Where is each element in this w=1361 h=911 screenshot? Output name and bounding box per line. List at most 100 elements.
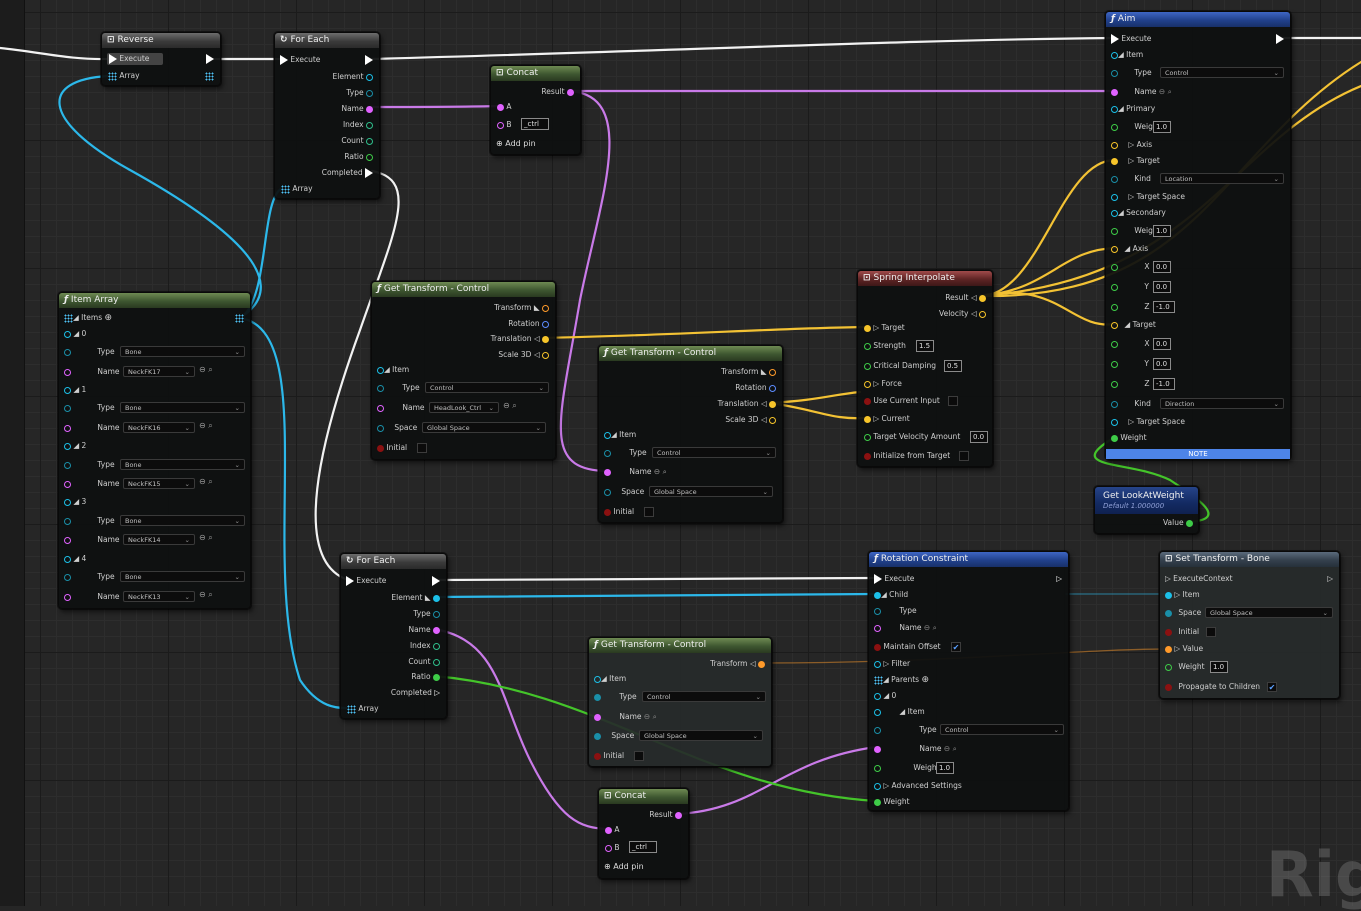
node-set-transform-bone[interactable]: ⊡ Set Transform - Bone ▷ ExecuteContext ▷… [1159, 551, 1340, 699]
space-pin[interactable] [377, 424, 384, 432]
scale-row[interactable]: Scale 3D ◁ [725, 414, 776, 426]
node-get-transform-control-c[interactable]: ƒ Get Transform - Control Transform ◁ ◢ I… [588, 637, 772, 767]
exec-out-pin[interactable] [206, 54, 214, 64]
type-pin[interactable] [64, 573, 71, 581]
type-pin[interactable] [874, 726, 881, 734]
item-name-row[interactable]: Name [64, 478, 120, 490]
reset-search-icons[interactable]: ⊖ ⌕ [199, 421, 213, 431]
node-header[interactable]: ⊡ Spring Interpolate [858, 271, 992, 286]
node-get-transform-control-b[interactable]: ƒ Get Transform - Control Transform ◣ Rot… [598, 345, 783, 523]
name-row[interactable]: Name ⊖ ⌕ [604, 466, 667, 478]
name-dropdown[interactable]: NeckFK13 ⌄ [123, 591, 195, 602]
item-header-1[interactable]: ◢ 1 [64, 384, 86, 396]
initial-pin[interactable] [1165, 628, 1172, 636]
space-row[interactable]: Space [1165, 607, 1201, 619]
space-pin[interactable] [1165, 609, 1172, 617]
use-current-pin[interactable] [864, 397, 871, 405]
primary-kind-row[interactable]: Kind [1111, 173, 1151, 185]
exec-out-row[interactable] [206, 53, 214, 65]
rotation-row[interactable]: Rotation [735, 382, 776, 394]
propagate-row[interactable]: Propagate to Children [1165, 681, 1260, 693]
secondary-kind-row[interactable]: Kind [1111, 398, 1151, 410]
ratio-row[interactable]: Ratio [344, 151, 373, 163]
secondary-row[interactable]: ◢ Secondary [1111, 207, 1166, 219]
parents-array-pin[interactable] [874, 675, 883, 685]
node-spring-interpolate[interactable]: ⊡ Spring Interpolate Result ◁ Velocity ◁ … [857, 270, 993, 467]
count-row[interactable]: Count [408, 656, 440, 668]
z-pin[interactable] [1111, 303, 1118, 311]
name-pin[interactable] [366, 105, 373, 113]
weight-pin[interactable] [1111, 434, 1118, 442]
item-pin[interactable] [64, 442, 71, 450]
initial-row[interactable]: Initial [377, 442, 407, 454]
execute-row[interactable]: Execute [874, 573, 914, 585]
transform-row[interactable]: Transform ◁ [710, 658, 765, 670]
target-z-row[interactable]: Z [1111, 378, 1150, 390]
node-header[interactable]: ƒ Get Transform - Control [589, 638, 771, 653]
type-dropdown[interactable]: Bone ⌄ [120, 346, 245, 357]
item-row[interactable]: ◢ Item [1111, 49, 1143, 61]
item-name-row[interactable]: Name [64, 422, 120, 434]
name-pin[interactable] [64, 593, 71, 601]
b-pin[interactable] [605, 844, 612, 852]
primary-target-row[interactable]: ▷ Target [1111, 155, 1160, 167]
name-dropdown[interactable]: NeckFK15 ⌄ [123, 478, 195, 489]
exec-out-pin[interactable]: ▷ [1056, 573, 1062, 585]
index-pin[interactable] [433, 642, 440, 650]
add-pin-button[interactable]: ⊕ Add pin [496, 139, 536, 148]
type-row[interactable]: Type [1111, 67, 1152, 79]
type-pin[interactable] [433, 610, 440, 618]
x-pin[interactable] [1111, 263, 1118, 271]
space-dropdown[interactable]: Global Space ⌄ [649, 486, 773, 497]
item-pin[interactable] [64, 498, 71, 506]
b-value-field[interactable]: _ctrl [629, 841, 657, 853]
parent-item-row[interactable]: ◢ Item [874, 706, 925, 718]
node-header[interactable]: ⊡ Concat [491, 66, 580, 81]
child-row[interactable]: ◢ Child [874, 589, 908, 601]
tva-field[interactable]: 0.0 [970, 431, 988, 443]
item-row[interactable]: ▷ Item [1165, 589, 1200, 601]
items-row[interactable]: ◢ Items ⊕ [64, 312, 112, 324]
init-checkbox[interactable] [959, 451, 969, 461]
weight-pin[interactable] [874, 764, 881, 772]
use-current-checkbox[interactable] [948, 396, 958, 406]
element-pin[interactable] [433, 594, 440, 602]
type-pin[interactable] [64, 517, 71, 525]
ratio-pin[interactable] [366, 153, 373, 161]
node-reverse[interactable]: ⊡ Reverse Execute Array [101, 32, 221, 86]
velocity-row[interactable]: Velocity ◁ [939, 308, 986, 320]
array-pin[interactable] [281, 184, 290, 194]
node-header[interactable]: ƒ Item Array [59, 293, 250, 308]
type-dropdown[interactable]: Control ⌄ [1160, 67, 1284, 78]
transform-pin[interactable] [758, 660, 765, 668]
a-pin[interactable] [605, 826, 612, 834]
name-pin[interactable] [874, 745, 881, 753]
initial-checkbox[interactable] [417, 443, 427, 453]
initial-row[interactable]: Initial [1165, 626, 1199, 638]
name-pin[interactable] [594, 713, 601, 721]
axis-x-field[interactable]: 0.0 [1153, 261, 1171, 273]
init-row[interactable]: Initialize from Target [864, 450, 950, 462]
item-header-4[interactable]: ◢ 4 [64, 553, 86, 565]
advanced-pin[interactable] [874, 782, 881, 790]
child-pin[interactable] [874, 591, 881, 599]
target-x-row[interactable]: X [1111, 338, 1150, 350]
result-pin[interactable] [675, 811, 682, 819]
advanced-row[interactable]: ▷ Advanced Settings [874, 780, 962, 792]
type-pin[interactable] [874, 607, 881, 615]
a-pin[interactable] [497, 103, 504, 111]
translation-row[interactable]: Translation ◁ [491, 333, 549, 345]
item-pin[interactable] [604, 431, 611, 439]
reset-search-icons[interactable]: ⊖ ⌕ [644, 712, 657, 721]
node-item-array[interactable]: ƒ Item Array ◢ Items ⊕ ◢ 0 Type Bone ⌄ Nam… [58, 292, 251, 609]
exec-out-pin[interactable] [365, 55, 373, 65]
item-pin[interactable] [377, 366, 384, 374]
type-dropdown[interactable]: Control ⌄ [652, 447, 776, 458]
target-space-pin[interactable] [1111, 193, 1118, 201]
propagate-pin[interactable] [1165, 683, 1172, 691]
exec-in-pin[interactable] [109, 54, 117, 64]
b-pin[interactable] [497, 121, 504, 129]
axis-z-row[interactable]: Z [1111, 301, 1150, 313]
axis-x-row[interactable]: X [1111, 261, 1150, 273]
force-pin[interactable] [864, 380, 871, 388]
